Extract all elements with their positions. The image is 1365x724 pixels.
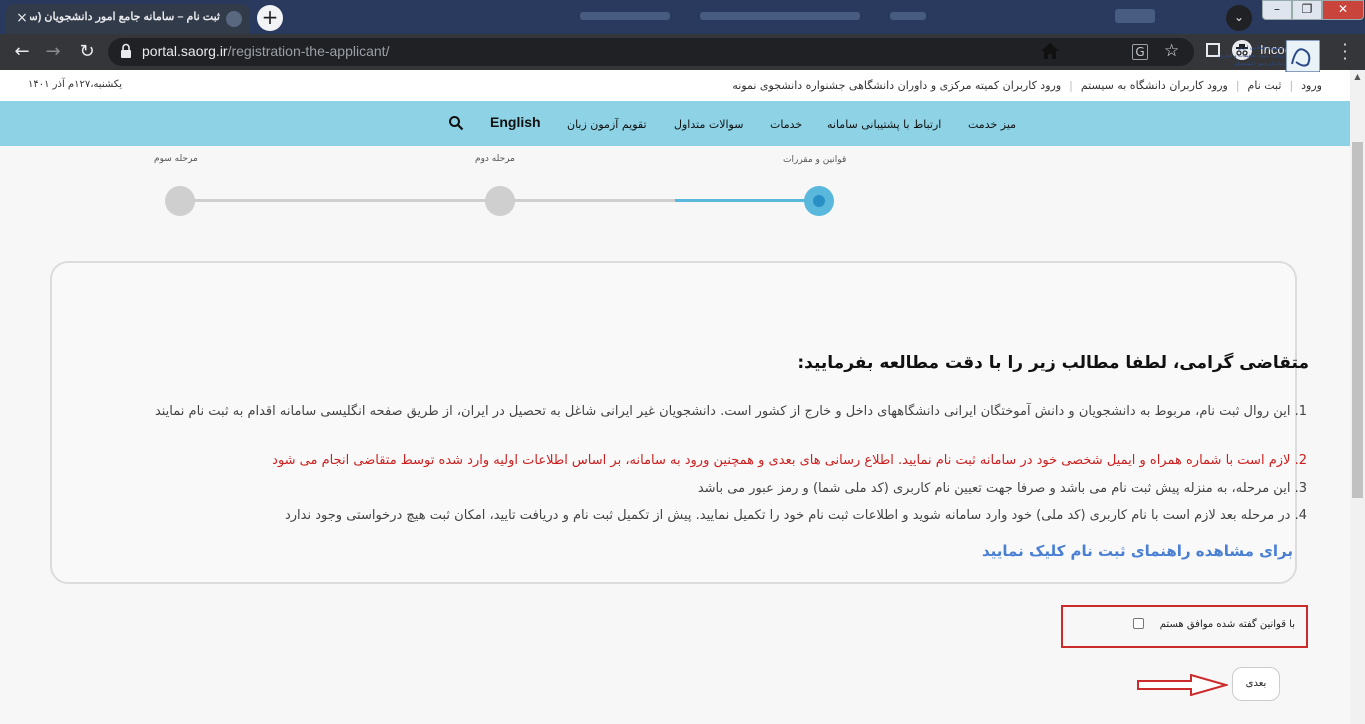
rules-card <box>50 261 1297 584</box>
browser-tab[interactable]: ثبت نام – سامانه جامع امور دانشجویان (سج… <box>6 4 250 34</box>
rule-text-4: در مرحله بعد لازم است با نام کاربری (کد … <box>284 508 1291 523</box>
step-3-dot <box>165 186 195 216</box>
rule-text-2: لازم است با شماره همراه و ایمیل شخصی خود… <box>272 453 1291 468</box>
stepper-track-active <box>675 199 820 202</box>
step-1-label: قوانین و مقررات <box>783 155 847 165</box>
stepper-track <box>180 199 680 202</box>
step-2-dot <box>485 186 515 216</box>
background-tabs <box>560 9 1200 23</box>
next-button[interactable]: بعدی <box>1232 667 1280 701</box>
rule-text-1: این روال ثبت نام، مربوط به دانشجویان و د… <box>154 404 1291 419</box>
tab-search-icon[interactable]: ⌄ <box>1226 5 1252 31</box>
rule-number-1: 1. <box>1294 404 1307 419</box>
url-text[interactable]: portal.saorg.ir/registration-the-applica… <box>142 43 389 59</box>
translate-icon[interactable]: G <box>1132 44 1148 60</box>
rule-item-3: 3. این مرحله، به منزله پیش ثبت نام می با… <box>67 479 1307 499</box>
university-login-link[interactable]: ورود کاربران دانشگاه به سیستم <box>1081 79 1228 92</box>
home-icon[interactable] <box>1040 42 1060 60</box>
scrollbar-thumb[interactable] <box>1352 142 1363 498</box>
rules-heading: متقاضی گرامی، لطفا مطالب زیر را با دقت م… <box>797 353 1309 373</box>
agreement-label[interactable]: با قوانین گفته شده موافق هستم <box>1160 619 1295 630</box>
current-date: یکشنبه،۱۲۷م آذر ۱۴۰۱ <box>28 79 123 90</box>
rule-item-1: 1. این روال ثبت نام، مربوط به دانشجویان … <box>67 402 1307 422</box>
rule-item-2: 2. لازم است با شماره همراه و ایمیل شخصی … <box>67 451 1307 471</box>
window-minimize-button[interactable]: – <box>1262 0 1292 20</box>
step-3-label: مرحله سوم <box>154 154 198 164</box>
organization-logo[interactable]: جمهوری اسلامی ایران وزارت علوم، تحقیقات … <box>1208 40 1320 72</box>
nav-item-english[interactable]: English <box>490 114 541 130</box>
address-bar[interactable]: portal.saorg.ir/registration-the-applica… <box>108 38 1194 66</box>
lock-icon <box>121 43 131 58</box>
new-tab-button[interactable]: + <box>257 5 283 31</box>
step-2-label: مرحله دوم <box>475 154 515 164</box>
tab-close-icon[interactable]: × <box>14 10 30 26</box>
top-links: ورود|ثبت نام|ورود کاربران دانشگاه به سیس… <box>732 79 1322 92</box>
scroll-up-icon[interactable]: ▲ <box>1352 72 1363 82</box>
logo-text-1: جمهوری اسلامی ایران <box>1238 45 1284 51</box>
agreement-checkbox[interactable] <box>1133 618 1144 629</box>
step-1-dot-active <box>804 186 834 216</box>
back-arrow-icon[interactable]: ← <box>9 39 35 65</box>
top-links-bar: یکشنبه،۱۲۷م آذر ۱۴۰۱ ورود|ثبت نام|ورود ک… <box>0 70 1350 101</box>
nav-item-language-exam-calendar[interactable]: تقویم آزمون زبان <box>567 118 647 131</box>
register-link[interactable]: ثبت نام <box>1248 79 1282 92</box>
rule-number-4: 4. <box>1294 508 1307 523</box>
nav-item-support[interactable]: ارتباط با پشتیبانی سامانه <box>827 118 941 131</box>
logo-text-2: وزارت علوم، تحقیقات و فناوری <box>1218 53 1284 59</box>
pointer-arrow-icon <box>1137 674 1228 696</box>
bookmark-star-icon[interactable]: ☆ <box>1164 41 1179 61</box>
search-icon[interactable] <box>448 115 464 131</box>
browser-toolbar: ← → ↻ portal.saorg.ir/registration-the-a… <box>0 34 1365 70</box>
reload-icon[interactable]: ↻ <box>74 39 100 65</box>
rule-item-4: 4. در مرحله بعد لازم است با نام کاربری (… <box>67 506 1307 526</box>
forward-arrow-icon[interactable]: → <box>40 39 66 65</box>
tab-favicon-icon <box>226 11 242 27</box>
tab-title: ثبت نام – سامانه جامع امور دانشجویان (سج <box>30 11 220 23</box>
registration-guide-link[interactable]: برای مشاهده راهنمای ثبت نام کلیک نمایید <box>982 542 1293 560</box>
window-maximize-button[interactable]: ❐ <box>1292 0 1322 20</box>
committee-login-link[interactable]: ورود کاربران کمیته مرکزی و داوران دانشگا… <box>732 79 1061 92</box>
nav-item-services[interactable]: خدمات <box>770 118 802 131</box>
browser-menu-icon[interactable]: · · · <box>1339 37 1351 67</box>
rule-number-2: 2. <box>1294 453 1307 468</box>
browser-tab-strip: ثبت نام – سامانه جامع امور دانشجویان (سج… <box>0 0 1365 34</box>
rule-text-3: این مرحله، به منزله پیش ثبت نام می باشد … <box>697 481 1291 496</box>
login-link[interactable]: ورود <box>1301 79 1322 92</box>
window-close-button[interactable]: ✕ <box>1322 0 1364 20</box>
rule-number-3: 3. <box>1294 481 1307 496</box>
logo-text-3: سازمان امور دانشجویان <box>1234 61 1284 67</box>
nav-item-faq[interactable]: سوالات متداول <box>674 118 743 131</box>
nav-item-service-desk[interactable]: میز خدمت <box>968 118 1016 131</box>
